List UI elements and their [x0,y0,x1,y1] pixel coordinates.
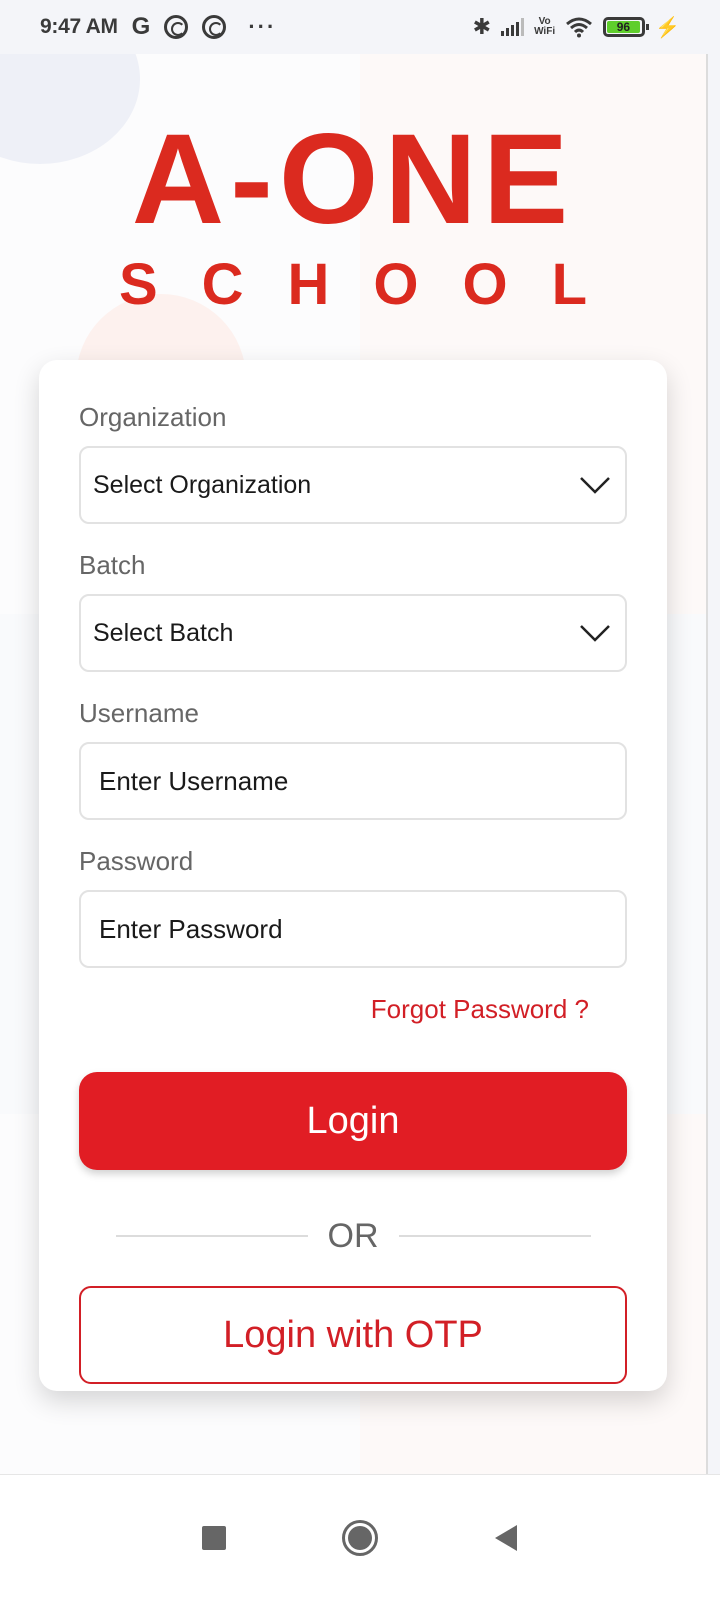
username-field-wrapper [79,742,627,820]
forgot-password-link[interactable]: Forgot Password ? [79,992,627,1026]
password-field-wrapper [79,890,627,968]
more-notifications-icon: ··· [248,14,277,39]
scrollbar [706,54,708,1474]
login-button[interactable]: Login [79,1072,627,1170]
vowifi-bottom: WiFi [534,26,556,37]
or-text: OR [327,1216,379,1255]
username-input[interactable] [93,765,611,797]
home-icon [342,1519,378,1556]
recents-icon [202,1525,226,1550]
school-logo: A-ONE SCHOOL [0,108,706,320]
organization-select[interactable]: Select Organization [79,446,627,524]
chevron-down-icon [580,477,610,494]
signal-icon [501,18,525,36]
divider-line [398,1235,591,1237]
status-bar: 9:47 AM G ··· ✱ Vo WiFi 96 ⚡ [0,0,720,54]
password-label: Password [79,846,194,876]
logo-title: A-ONE [131,108,575,251]
batch-select[interactable]: Select Batch [79,594,627,672]
hotspot-icon [164,15,189,39]
or-divider: OR [79,1216,627,1256]
system-nav-bar [0,1474,720,1600]
organization-label: Organization [79,402,227,432]
status-left: 9:47 AM G ··· [40,13,276,41]
back-button[interactable] [433,1508,579,1568]
recents-button[interactable] [141,1508,287,1568]
login-card: Organization Select Organization Batch S… [39,360,667,1391]
status-time: 9:47 AM [40,15,118,38]
chevron-down-icon [580,625,610,642]
vowifi-icon: Vo WiFi [534,17,555,37]
batch-select-value: Select Batch [93,618,234,647]
batch-label: Batch [79,550,146,580]
password-input[interactable] [93,913,611,945]
bluetooth-icon: ✱ [472,14,492,39]
organization-select-value: Select Organization [93,470,312,499]
wifi-icon [566,17,593,38]
charging-icon: ⚡ [655,16,680,39]
username-label: Username [79,698,199,728]
hotspot-icon [202,15,227,39]
login-with-otp-button[interactable]: Login with OTP [79,1286,627,1384]
battery-icon: 96 [603,17,650,37]
home-button[interactable] [287,1508,433,1568]
status-right: ✱ Vo WiFi 96 ⚡ [473,14,680,40]
google-icon: G [131,13,151,40]
divider-line [115,1235,308,1237]
back-icon [495,1524,517,1551]
battery-level: 96 [607,21,640,34]
logo-subtitle: SCHOOL [118,252,632,317]
